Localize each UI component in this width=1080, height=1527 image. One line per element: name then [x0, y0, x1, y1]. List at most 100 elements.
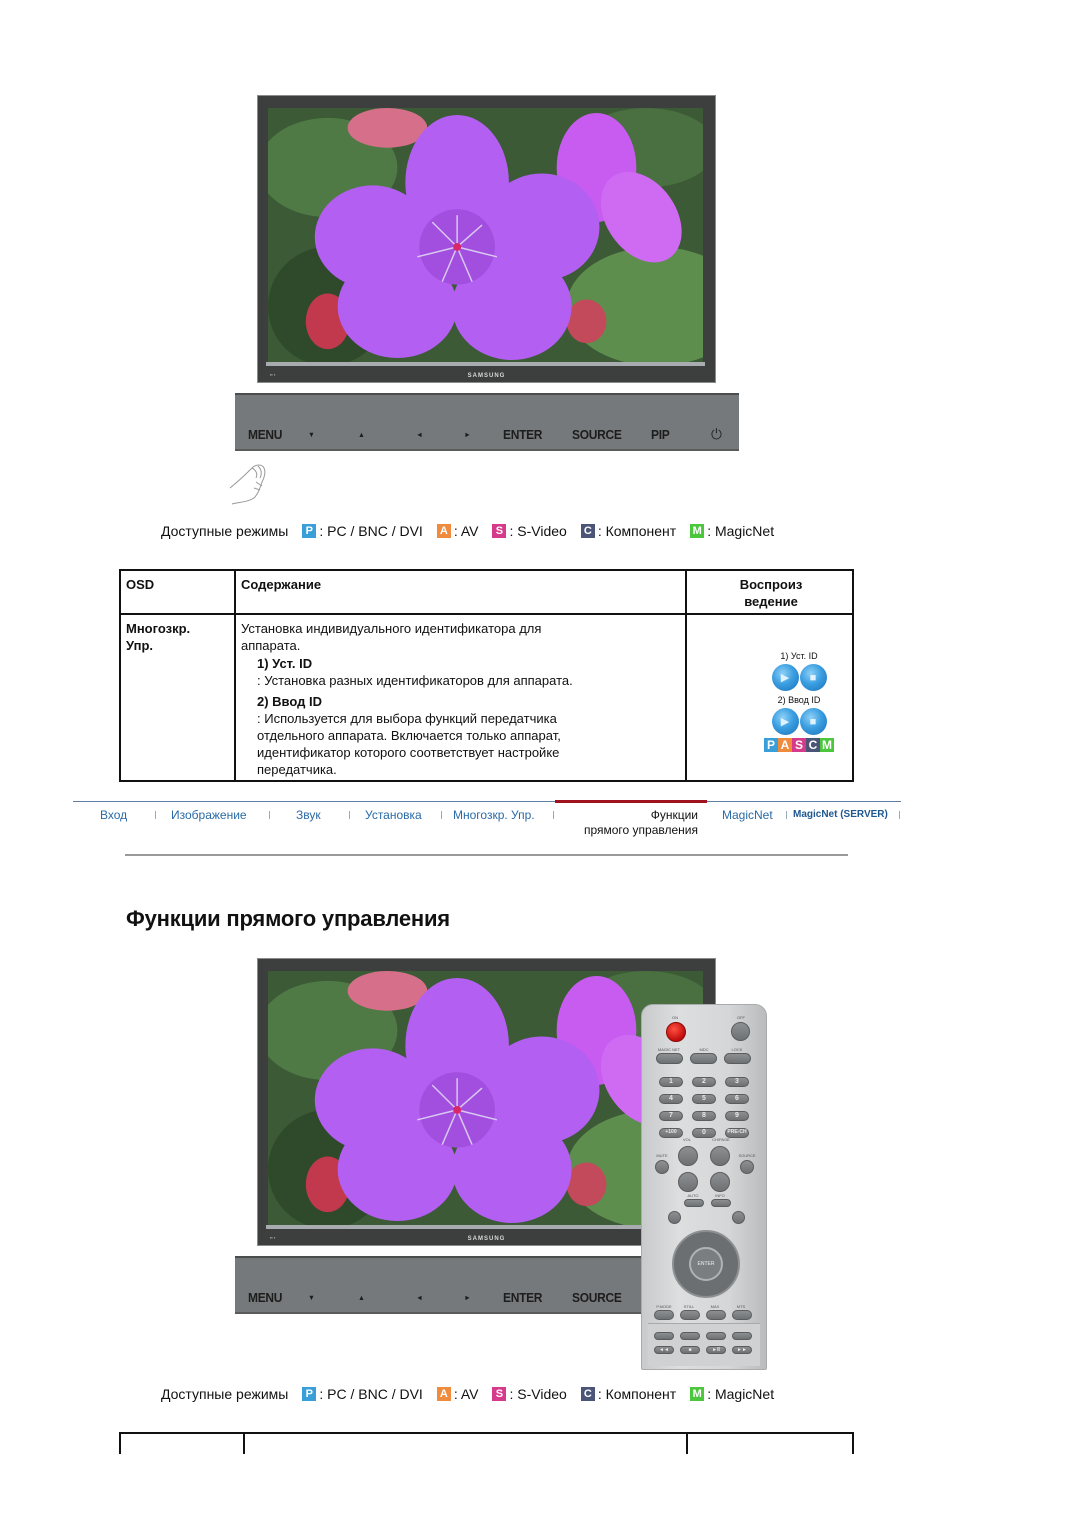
nav-item-input[interactable]: Вход — [100, 808, 127, 822]
remote-ch-down-button[interactable] — [710, 1172, 730, 1192]
remote-swap-button[interactable] — [732, 1332, 752, 1340]
nav-item-multi-control[interactable]: Многозкр. Упр. — [453, 808, 535, 822]
remote-digit-button[interactable]: 6 — [725, 1094, 749, 1104]
mode-svideo-text: : S-Video — [509, 1386, 567, 1402]
nav-item-picture[interactable]: Изображение — [171, 808, 247, 822]
flower-image — [268, 108, 703, 362]
remote-forward-button[interactable]: ►► — [732, 1346, 752, 1354]
remote-power-off-button[interactable] — [731, 1022, 750, 1041]
stop-icon[interactable]: ■ — [799, 708, 827, 735]
source-button[interactable]: SOURCE — [572, 428, 622, 443]
nav-item-magicnet[interactable]: MagicNet — [722, 808, 773, 822]
remote-dpad[interactable]: ENTER — [672, 1230, 740, 1298]
page-title: Функции прямого управления — [126, 906, 450, 931]
mode-av-icon: A — [436, 1387, 451, 1401]
remote-digit-button[interactable]: 2 — [692, 1077, 716, 1087]
play-icon[interactable]: ▶ — [771, 664, 799, 691]
hand-pointer-icon — [229, 464, 266, 505]
remote-lower-source-button[interactable] — [680, 1332, 700, 1340]
remote-vol-down-button[interactable] — [678, 1172, 698, 1192]
remote-digit-button[interactable]: 5 — [692, 1094, 716, 1104]
nav-item-setup[interactable]: Установка — [365, 808, 422, 822]
bezel — [266, 362, 705, 366]
remote-digit-button[interactable]: 1 — [659, 1077, 683, 1087]
header-playback: Воспроиз ведение — [739, 577, 803, 609]
enter-button[interactable]: ENTER — [503, 428, 542, 443]
remote-menu-button[interactable] — [668, 1211, 681, 1224]
remote-exit-button[interactable] — [732, 1211, 745, 1224]
osd-table-next — [119, 1432, 854, 1456]
sub-title-set-id: 1) Уст. ID — [257, 656, 313, 671]
mode-pc-text: : PC / BNC / DVI — [319, 1386, 423, 1402]
menu-button[interactable]: MENU — [248, 428, 282, 443]
mode-component-text: : Компонент — [597, 523, 677, 539]
remote-power-on-button[interactable] — [666, 1022, 686, 1042]
play-icon[interactable]: ▶ — [771, 708, 799, 735]
remote-max-button[interactable] — [706, 1310, 726, 1320]
remote-digit-button[interactable]: 3 — [725, 1077, 749, 1087]
mode-svideo-text: : S-Video — [509, 523, 567, 539]
osd-item-description: Установка индивидуального идентификатора… — [241, 620, 681, 778]
icon-label-set-id: 1) Уст. ID — [780, 651, 818, 661]
remote-pmode-button[interactable] — [654, 1310, 674, 1320]
remote-tv-button[interactable] — [654, 1332, 674, 1340]
remote-digit-button[interactable]: 8 — [692, 1111, 716, 1121]
stop-icon[interactable]: ■ — [799, 664, 827, 691]
header-content: Содержание — [241, 577, 322, 592]
mode-pc-icon: P — [302, 524, 317, 538]
badge-p-icon: P — [764, 738, 778, 752]
right-button[interactable]: ► — [464, 432, 471, 439]
remote-info-button[interactable] — [711, 1199, 731, 1207]
pip-button[interactable]: PIP — [651, 428, 670, 443]
remote-magicnet-button[interactable] — [656, 1053, 683, 1064]
modes-label: Доступные режимы — [161, 523, 289, 539]
power-icon[interactable]: ⏻ — [711, 426, 722, 444]
remote-auto-button[interactable] — [684, 1199, 704, 1207]
remote-enter-button[interactable]: ENTER — [689, 1247, 723, 1281]
up-button[interactable]: ▲ — [358, 1295, 365, 1302]
remote-play-pause-button[interactable]: ►II — [706, 1346, 726, 1354]
icon-label-enter-id: 2) Ввод ID — [777, 695, 821, 705]
remote-mdc-button[interactable] — [690, 1053, 717, 1064]
mode-component-icon: C — [580, 524, 595, 538]
remote-vol-up-button[interactable] — [678, 1146, 698, 1166]
pascm-mode-badges: P A S C M — [743, 738, 855, 752]
remote-lower-vol-button[interactable] — [706, 1332, 726, 1340]
up-button[interactable]: ▲ — [358, 432, 365, 439]
menu-button[interactable]: MENU — [248, 1291, 282, 1306]
nav-item-magicnet-server[interactable]: MagicNet (SERVER) — [793, 809, 888, 820]
remote-rewind-button[interactable]: ◄◄ — [654, 1346, 674, 1354]
control-panel-bottom: MENU ▼ ▲ ◄ ► ENTER SOURCE — [235, 1256, 645, 1314]
active-tab-indicator — [555, 800, 707, 803]
mode-av-text: : AV — [453, 1386, 479, 1402]
badge-s-icon: S — [792, 738, 806, 752]
flower-image — [268, 971, 703, 1225]
remote-ch-up-button[interactable] — [710, 1146, 730, 1166]
remote-digit-button[interactable]: 7 — [659, 1111, 683, 1121]
left-button[interactable]: ◄ — [416, 1295, 423, 1302]
remote-still-button[interactable] — [680, 1310, 700, 1320]
header-osd: OSD — [126, 577, 155, 592]
down-button[interactable]: ▼ — [308, 1295, 315, 1302]
remote-digit-button[interactable]: 4 — [659, 1094, 683, 1104]
right-button[interactable]: ► — [464, 1295, 471, 1302]
mode-component-icon: C — [580, 1387, 595, 1401]
nav-item-direct-functions[interactable]: Функции прямого управления — [561, 808, 698, 838]
sub-desc-enter-id: : Используется для выбора функций переда… — [257, 711, 561, 777]
mode-pc-text: : PC / BNC / DVI — [319, 523, 423, 539]
left-button[interactable]: ◄ — [416, 432, 423, 439]
remote-lower-panel: ◄◄ ■ ►II ►► — [648, 1323, 760, 1366]
remote-stop-button[interactable]: ■ — [680, 1346, 700, 1354]
remote-mts-button[interactable] — [732, 1310, 752, 1320]
badge-c-icon: C — [806, 738, 820, 752]
remote-source-button[interactable] — [740, 1160, 754, 1174]
remote-mute-button[interactable] — [655, 1160, 669, 1174]
down-button[interactable]: ▼ — [308, 432, 315, 439]
monitor-display-top: ▪▪ ▪ SAMSUNG — [257, 95, 716, 383]
mode-svideo-icon: S — [492, 1387, 507, 1401]
nav-item-sound[interactable]: Звук — [296, 808, 321, 822]
enter-button[interactable]: ENTER — [503, 1291, 542, 1306]
remote-digit-button[interactable]: 9 — [725, 1111, 749, 1121]
remote-lock-button[interactable] — [724, 1053, 751, 1064]
source-button[interactable]: SOURCE — [572, 1291, 622, 1306]
